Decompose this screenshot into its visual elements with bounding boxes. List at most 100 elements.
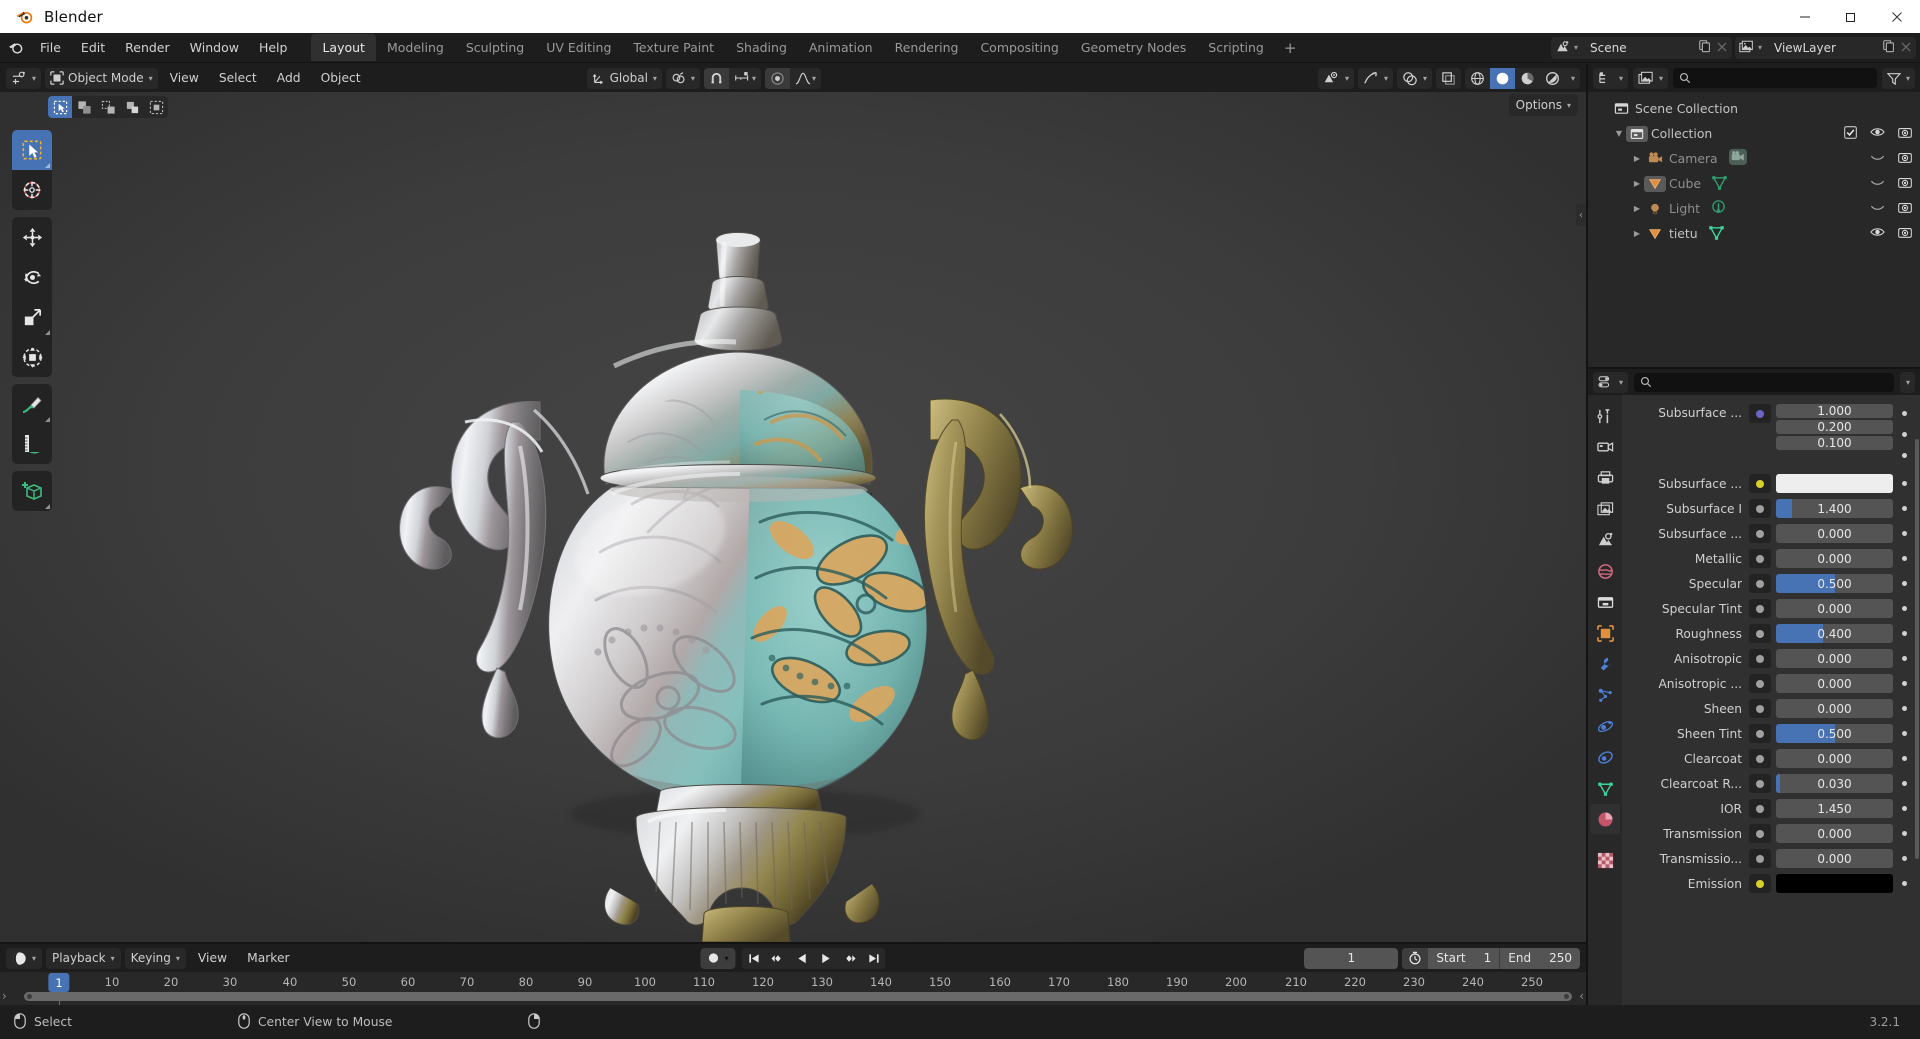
slider-field[interactable]: 0.000 bbox=[1776, 699, 1893, 718]
property-row-metallic[interactable]: Metallic 0.000 bbox=[1622, 546, 1920, 571]
mesh-data-icon[interactable] bbox=[1711, 174, 1728, 194]
constraints-tab[interactable] bbox=[1590, 742, 1620, 772]
minimize-icon[interactable] bbox=[1782, 0, 1828, 33]
tab-geometry-nodes[interactable]: Geometry Nodes bbox=[1070, 34, 1197, 61]
data-tab[interactable] bbox=[1590, 773, 1620, 803]
viewport-menu-view[interactable]: View bbox=[162, 68, 207, 88]
vector-field-z[interactable]: 0.100 bbox=[1776, 436, 1893, 450]
slider-field[interactable]: 1.400 bbox=[1776, 499, 1893, 518]
property-row-sheen-tint[interactable]: Sheen Tint 0.500 bbox=[1622, 721, 1920, 746]
animate-property-dot[interactable] bbox=[1898, 506, 1910, 511]
vector-field-y[interactable]: 0.200 bbox=[1776, 420, 1893, 434]
add-workspace-button[interactable]: + bbox=[1275, 36, 1306, 60]
jump-to-prev-keyframe-icon[interactable] bbox=[766, 948, 790, 969]
wireframe-shading-icon[interactable] bbox=[1465, 68, 1490, 89]
properties-editor-icon[interactable]: ▾ bbox=[1593, 372, 1628, 393]
render-tab[interactable] bbox=[1590, 432, 1620, 462]
tab-texture-paint[interactable]: Texture Paint bbox=[622, 34, 725, 61]
slider-field[interactable]: 0.000 bbox=[1776, 549, 1893, 568]
property-row-clearcoat[interactable]: Clearcoat 0.000 bbox=[1622, 746, 1920, 771]
collection-checkbox[interactable] bbox=[1844, 126, 1857, 142]
viewport-render-area[interactable] bbox=[0, 92, 1586, 942]
object-tab[interactable] bbox=[1590, 618, 1620, 648]
menu-window[interactable]: Window bbox=[181, 36, 248, 59]
animate-property-dot[interactable] bbox=[1898, 706, 1910, 711]
auto-keying-icon[interactable]: ▾ bbox=[700, 948, 735, 969]
slider-field[interactable]: 0.000 bbox=[1776, 674, 1893, 693]
node-socket-icon[interactable] bbox=[1749, 724, 1771, 743]
slider-field[interactable]: 0.500 bbox=[1776, 724, 1893, 743]
outliner-editor[interactable]: ▾ ▾ ▾ bbox=[1588, 64, 1920, 367]
properties-options-chevron-icon[interactable]: ▾ bbox=[1900, 372, 1915, 393]
animate-property-dot[interactable] bbox=[1898, 531, 1910, 536]
expand-triangle-icon[interactable]: ▶ bbox=[1630, 179, 1644, 188]
view-layer-tab[interactable] bbox=[1590, 494, 1620, 524]
timeline-horizontal-scrollbar[interactable] bbox=[24, 992, 1572, 1001]
select-extend-icon[interactable] bbox=[144, 96, 168, 118]
camera-data-icon[interactable] bbox=[1728, 148, 1748, 169]
node-socket-icon[interactable] bbox=[1749, 774, 1771, 793]
slider-field[interactable]: 0.000 bbox=[1776, 599, 1893, 618]
node-socket-icon[interactable] bbox=[1749, 649, 1771, 668]
timeline-editor-type-icon[interactable]: ▾ bbox=[6, 948, 42, 969]
timeline-menu-view[interactable]: View bbox=[190, 948, 235, 968]
new-view-layer-icon[interactable] bbox=[1882, 38, 1896, 57]
jump-to-start-icon[interactable] bbox=[742, 948, 766, 969]
viewport-menu-select[interactable]: Select bbox=[211, 68, 265, 88]
outliner-row-scene-collection[interactable]: Scene Collection bbox=[1588, 96, 1920, 121]
play-icon[interactable] bbox=[814, 948, 838, 969]
tweak-select-icon[interactable] bbox=[48, 96, 72, 118]
hide-in-viewport-eye-icon[interactable] bbox=[1870, 226, 1885, 241]
expand-triangle-icon[interactable]: ▼ bbox=[1612, 129, 1626, 138]
node-socket-icon[interactable] bbox=[1749, 799, 1771, 818]
playback-buttons[interactable] bbox=[742, 948, 886, 969]
lasso-select-icon[interactable] bbox=[120, 96, 144, 118]
menu-edit[interactable]: Edit bbox=[72, 36, 114, 59]
vector-field-x[interactable]: 1.000 bbox=[1776, 404, 1893, 418]
animate-property-dot[interactable] bbox=[1898, 806, 1910, 811]
frame-end-field[interactable]: End250 bbox=[1499, 948, 1580, 969]
node-socket-icon[interactable] bbox=[1749, 599, 1771, 618]
modifier-tab[interactable] bbox=[1590, 649, 1620, 679]
slider-field[interactable]: 0.000 bbox=[1776, 524, 1893, 543]
annotate-tool[interactable] bbox=[12, 384, 52, 424]
delete-scene-icon[interactable] bbox=[1716, 38, 1728, 57]
property-row-transmission[interactable]: Transmission 0.000 bbox=[1622, 821, 1920, 846]
color-swatch[interactable] bbox=[1776, 874, 1893, 893]
animate-property-dot[interactable] bbox=[1898, 581, 1910, 586]
jump-to-end-icon[interactable] bbox=[862, 948, 886, 969]
node-socket-icon[interactable] bbox=[1749, 824, 1771, 843]
proportional-edit-icon[interactable] bbox=[765, 68, 790, 89]
menu-help[interactable]: Help bbox=[250, 36, 297, 59]
node-socket-icon[interactable] bbox=[1749, 849, 1771, 868]
blender-menu-icon[interactable] bbox=[0, 33, 30, 63]
slider-field[interactable]: 0.000 bbox=[1776, 749, 1893, 768]
mesh-data-icon[interactable] bbox=[1708, 224, 1725, 244]
filter-icon[interactable]: ▾ bbox=[1882, 68, 1915, 89]
node-socket-icon[interactable] bbox=[1749, 574, 1771, 593]
shading-options-chevron-icon[interactable]: ▾ bbox=[1565, 68, 1580, 89]
viewport-menu-object[interactable]: Object bbox=[313, 68, 369, 88]
outliner-row-light[interactable]: ▶ Light bbox=[1588, 196, 1920, 221]
slider-field[interactable]: 0.500 bbox=[1776, 574, 1893, 593]
timeline-editor[interactable]: ▾ Playback▾ Keying▾ View Marker ▾ bbox=[0, 944, 1586, 1005]
show-gizmo-toggle[interactable]: ▾ bbox=[1358, 68, 1393, 89]
rendered-shading-icon[interactable] bbox=[1540, 68, 1565, 89]
viewport-options-button[interactable]: Options ▾ bbox=[1509, 94, 1578, 116]
animate-property-dot[interactable] bbox=[1898, 756, 1910, 761]
frame-start-field[interactable]: Start1 bbox=[1428, 948, 1499, 969]
tool-tab[interactable] bbox=[1590, 401, 1620, 431]
node-socket-icon[interactable] bbox=[1749, 624, 1771, 643]
snap-target-icon[interactable]: ▾ bbox=[729, 68, 761, 89]
viewport-shading-modes[interactable]: ▾ bbox=[1465, 68, 1580, 89]
transform-tool[interactable] bbox=[12, 337, 52, 377]
proportional-editing-controls[interactable]: ▾ bbox=[765, 68, 821, 89]
animate-property-dot[interactable] bbox=[1898, 404, 1910, 423]
properties-editor[interactable]: ▾ ▾ bbox=[1588, 369, 1920, 1005]
color-swatch[interactable] bbox=[1776, 474, 1893, 493]
property-row-ior[interactable]: IOR 1.450 bbox=[1622, 796, 1920, 821]
scene-tab[interactable] bbox=[1590, 525, 1620, 555]
animate-property-dot[interactable] bbox=[1898, 781, 1910, 786]
scene-name[interactable]: Scene bbox=[1582, 37, 1694, 59]
outliner-row-camera[interactable]: ▶ Camera bbox=[1588, 146, 1920, 171]
